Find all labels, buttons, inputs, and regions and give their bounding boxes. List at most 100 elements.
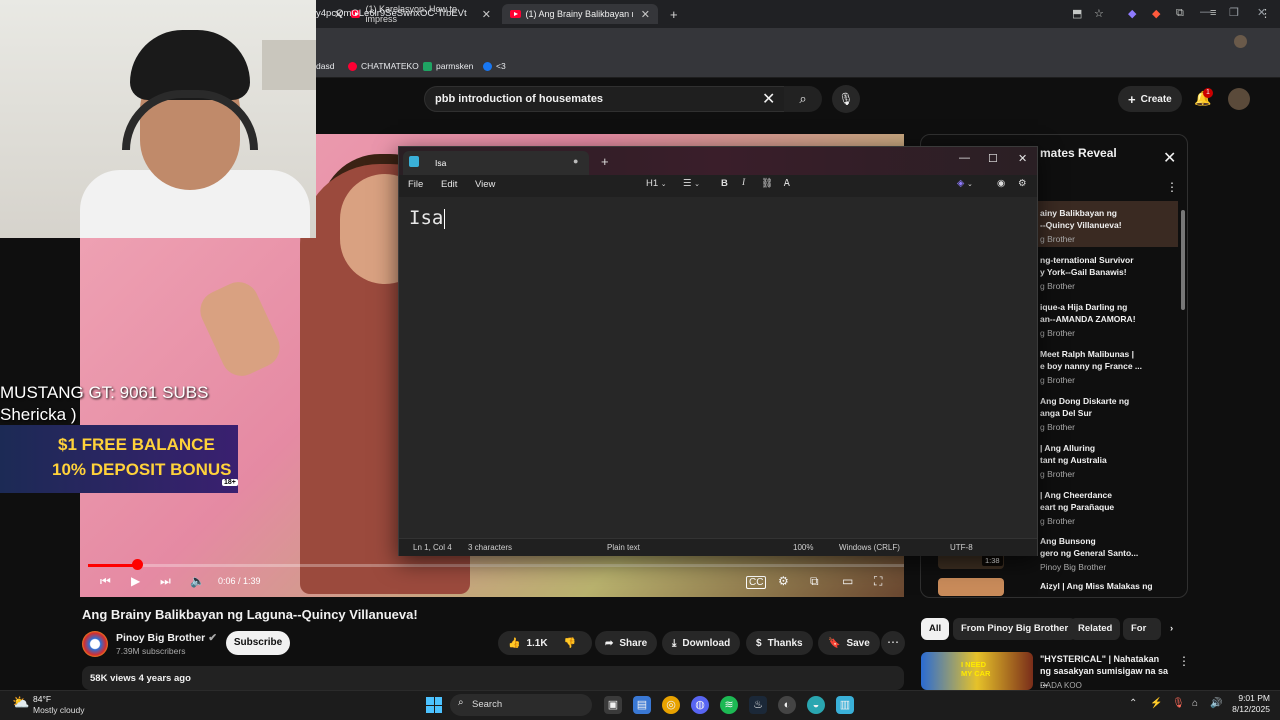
bookmark-dasd[interactable]: dasd [316, 61, 334, 71]
voice-search-button[interactable]: 🎙 [832, 85, 860, 113]
profile-avatar[interactable] [1234, 35, 1247, 48]
weather-temperature[interactable]: 84°F [33, 694, 51, 704]
taskbar-search[interactable]: Search [450, 694, 592, 716]
notepad-taskbar-icon[interactable]: ▥ [836, 696, 854, 714]
like-button[interactable]: 👍 1.1K 👎 [498, 631, 592, 655]
playlist-thumbnail[interactable] [938, 578, 1004, 596]
progress-scrubber[interactable] [131, 559, 143, 570]
fullscreen-icon[interactable]: ⛶ [874, 574, 882, 589]
playlist-item[interactable]: ainy Balikbayan ng --Quincy Villanueva! g… [1040, 207, 1180, 244]
mic-icon[interactable]: 🎙 [1172, 698, 1185, 709]
taskbar-clock[interactable]: 9:01 PM 8/12/2025 [1226, 693, 1270, 715]
tab-brainy-balikbayan[interactable]: (1) Ang Brainy Balikbayan ng La ✕ [502, 4, 658, 24]
playlist-item[interactable]: Ang Dong Diskarte ng anga Del Sur g Broth… [1040, 395, 1180, 432]
subscribe-button[interactable]: Subscribe [226, 631, 290, 655]
search-button[interactable]: ⌕ [784, 86, 822, 112]
chrome-icon[interactable]: ◎ [662, 696, 680, 714]
share-button[interactable]: ➦ Share [595, 631, 658, 655]
discord-icon[interactable]: ◍ [691, 696, 709, 714]
copilot-icon[interactable]: ◈ ⌄ [957, 178, 973, 189]
chip-for-you[interactable]: For y [1123, 618, 1161, 640]
menu-edit[interactable]: Edit [441, 179, 457, 190]
captions-icon[interactable]: CC [746, 576, 767, 589]
chip-related[interactable]: Related [1070, 618, 1121, 640]
unsaved-dot-icon[interactable]: ● [573, 156, 578, 166]
edge-icon[interactable]: ◒ [807, 696, 825, 714]
bookmark-star-icon[interactable]: ☆ [1094, 7, 1104, 20]
account-avatar[interactable] [1228, 88, 1250, 110]
playlist-item[interactable]: Aizyl | Ang Miss Malakas ng [1040, 580, 1180, 595]
extension-icon[interactable]: ◆ [1128, 7, 1136, 20]
channel-name[interactable]: Pinoy Big Brother ✔ [116, 632, 217, 644]
playlist-menu-icon[interactable]: ⋮ [1166, 180, 1178, 194]
obs-icon[interactable]: ◐ [778, 696, 796, 714]
channel-avatar[interactable] [82, 631, 108, 657]
encoding[interactable]: UTF-8 [950, 543, 973, 552]
maximize-icon[interactable]: ☐ [988, 152, 998, 165]
close-window-icon[interactable]: ✕ [1018, 152, 1027, 165]
playlist-item[interactable]: | Ang Alluring tant ng Australia g Brothe… [1040, 442, 1180, 479]
bookmark-heart[interactable]: <3 [483, 61, 506, 71]
zoom-level[interactable]: 100% [793, 543, 813, 552]
maximize-icon[interactable]: ❐ [1229, 6, 1239, 19]
reading-list-icon[interactable]: ≡ [1210, 7, 1216, 19]
menu-file[interactable]: File [408, 179, 423, 190]
close-icon[interactable]: ✕ [482, 8, 491, 21]
install-icon[interactable]: ⬒ [1072, 7, 1082, 20]
spotify-icon[interactable]: ≋ [720, 696, 738, 714]
bookmark-parmsken[interactable]: parmsken [423, 61, 473, 71]
new-notepad-tab-icon[interactable]: + [601, 154, 609, 169]
close-icon[interactable]: ✕ [641, 8, 650, 21]
network-icon[interactable]: ⌂ [1192, 698, 1198, 709]
line-ending[interactable]: Windows (CRLF) [839, 543, 900, 552]
weather-icon[interactable]: ⛅ [12, 694, 29, 711]
theater-mode-icon[interactable]: ▭ [842, 574, 853, 588]
notepad-tab[interactable] [403, 151, 589, 175]
recommendation-thumbnail[interactable]: I NEED MY CAR [921, 652, 1033, 690]
save-button[interactable]: 🔖 Save [818, 631, 880, 655]
playlist-item[interactable]: Ang Bunsong gero ng General Santo... Pino… [1040, 535, 1180, 572]
bookmark-chatmateko[interactable]: CHATMATEKO [348, 61, 419, 71]
heading-dropdown[interactable]: H1 ⌄ [646, 178, 667, 189]
minimize-icon[interactable]: — [959, 152, 970, 164]
video-progress-bar[interactable] [88, 564, 904, 567]
playlist-item[interactable]: ng-ternational Survivor y York--Gail Ban… [1040, 254, 1180, 291]
menu-view[interactable]: View [475, 179, 495, 190]
more-actions-button[interactable]: ⋯ [881, 631, 905, 655]
chevron-right-icon[interactable]: › [1162, 618, 1181, 640]
bold-icon[interactable]: B [721, 178, 728, 189]
clear-formatting-icon[interactable]: Ꭺ [784, 178, 790, 189]
volume-icon[interactable]: 🔊 [1210, 698, 1222, 709]
settings-gear-icon[interactable]: ⚙ [1018, 178, 1027, 189]
chip-all[interactable]: All [921, 618, 950, 640]
account-icon[interactable]: ◉ [997, 178, 1005, 189]
playlist-scrollbar[interactable] [1181, 210, 1185, 310]
store-icon[interactable]: ▤ [633, 696, 651, 714]
playlist-item[interactable]: ique-a Hija Darling ng an--AMANDA ZAMORA… [1040, 301, 1180, 338]
start-button[interactable] [426, 697, 442, 713]
puzzle-icon[interactable]: ⧉ [1176, 7, 1184, 20]
volume-icon[interactable]: 🔈 [190, 574, 205, 588]
list-dropdown[interactable]: ☰ ⌄ [683, 178, 700, 189]
task-view-icon[interactable]: ▣ [604, 696, 622, 714]
create-button[interactable]: + Create [1118, 86, 1182, 112]
description-box[interactable]: 58K views 4 years ago [82, 666, 904, 690]
next-icon[interactable]: ⏭ [160, 574, 171, 589]
italic-icon[interactable]: I [742, 178, 745, 188]
thanks-button[interactable]: $ Thanks [746, 631, 813, 655]
search-input[interactable]: pbb introduction of housemates [424, 86, 790, 112]
chip-from-channel[interactable]: From Pinoy Big Brother [953, 618, 1077, 640]
link-icon[interactable]: ⛓ [761, 178, 773, 189]
play-icon[interactable]: ▶ [131, 574, 140, 588]
notepad-editor[interactable] [399, 197, 1037, 537]
battery-saver-icon[interactable]: ⚡ [1150, 698, 1162, 709]
download-button[interactable]: ⤓ Download [662, 631, 741, 655]
recommendation-menu-icon[interactable]: ⋮ [1178, 654, 1190, 668]
previous-icon[interactable]: ⏮ [100, 574, 111, 589]
new-tab-button[interactable]: + [662, 4, 686, 24]
playlist-item[interactable]: | Ang Cheerdance eart ng Parañaque g Brot… [1040, 489, 1180, 526]
playlist-item[interactable]: Meet Ralph Malibunas | e boy nanny ng Fr… [1040, 348, 1180, 385]
menu-dots-icon[interactable]: ⋮ [1260, 7, 1271, 20]
thumbs-down-icon[interactable]: 👎 [564, 638, 576, 649]
url-field[interactable]: y4pcQmOLe6lr9SeSwnxOC-TrbEVt [316, 8, 467, 19]
